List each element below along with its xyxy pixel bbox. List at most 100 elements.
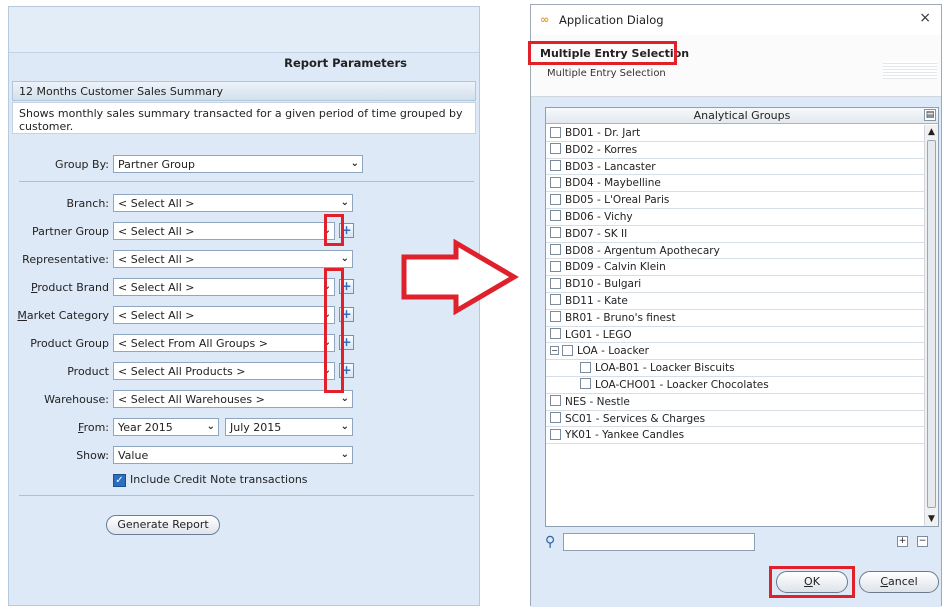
list-item-checkbox[interactable] (580, 378, 591, 390)
report-description: Shows monthly sales summary transacted f… (12, 102, 476, 134)
list-item-checkbox[interactable] (550, 277, 561, 289)
list-item[interactable]: NES - Nestle (546, 394, 926, 411)
column-chooser-icon[interactable]: ▤ (924, 109, 936, 121)
from-row: From: Year 2015 ⌄ July 2015 ⌄ (9, 418, 481, 438)
scrollbar-thumb[interactable] (927, 140, 936, 508)
product-row: Product < Select All Products > ⌄ + (9, 362, 481, 382)
list-item-checkbox[interactable] (550, 328, 561, 340)
list-item-label: BD04 - Maybelline (565, 177, 661, 190)
from-year-select[interactable]: Year 2015 ⌄ (113, 418, 219, 436)
list-item-checkbox[interactable] (550, 311, 561, 323)
list-item[interactable]: LOA-CHO01 - Loacker Chocolates (546, 377, 926, 394)
market-category-select[interactable]: < Select All > ⌄ (113, 306, 335, 324)
chevron-down-icon: ⌄ (350, 158, 359, 169)
collapse-icon[interactable]: − (550, 345, 559, 355)
list-item[interactable]: YK01 - Yankee Candles (546, 427, 926, 445)
collapse-all-icon[interactable]: − (917, 536, 928, 547)
list-item[interactable]: BD05 - L'Oreal Paris (546, 192, 926, 209)
top-band (9, 7, 479, 53)
checkmark-icon: ✓ (113, 473, 126, 487)
list-item-checkbox[interactable] (550, 126, 561, 138)
separator (19, 181, 474, 182)
list-item[interactable]: BR01 - Bruno's finest (546, 310, 926, 327)
group-by-select[interactable]: Partner Group ⌄ (113, 155, 363, 173)
list-item-checkbox[interactable] (580, 361, 591, 373)
list-item-label: SC01 - Services & Charges (565, 412, 706, 425)
from-month-select[interactable]: July 2015 ⌄ (225, 418, 353, 436)
branch-select[interactable]: < Select All > ⌄ (113, 194, 353, 212)
representative-select[interactable]: < Select All > ⌄ (113, 250, 353, 268)
cancel-button[interactable]: Cancel (859, 571, 939, 593)
include-credit-note-checkbox[interactable]: ✓ Include Credit Note transactions (113, 473, 308, 487)
list-item[interactable]: LOA-B01 - Loacker Biscuits (546, 360, 926, 377)
market-category-label: Market Category (17, 309, 109, 322)
close-icon[interactable]: × (919, 10, 931, 26)
list-item-label: BD07 - SK II (565, 227, 628, 240)
branch-value: < Select All > (118, 197, 195, 210)
generate-report-button[interactable]: Generate Report (106, 515, 220, 535)
analytical-groups-list: Analytical Groups ▤ BD01 - Dr. Jart BD02 … (545, 107, 939, 527)
list-item-checkbox[interactable] (550, 395, 561, 407)
list-item-label: BD08 - Argentum Apothecary (565, 244, 720, 257)
product-value: < Select All Products > (118, 365, 246, 378)
product-group-select[interactable]: < Select From All Groups > ⌄ (113, 334, 335, 352)
list-item[interactable]: SC01 - Services & Charges (546, 411, 926, 428)
product-brand-select[interactable]: < Select All > ⌄ (113, 278, 335, 296)
list-item-checkbox[interactable] (550, 260, 561, 272)
list-item-checkbox[interactable] (550, 412, 561, 424)
partner-group-select[interactable]: < Select All > ⌄ (113, 222, 335, 240)
search-row: ⚲ + − (545, 533, 939, 553)
list-item[interactable]: LG01 - LEGO (546, 327, 926, 344)
list-item-label: BD10 - Bulgari (565, 278, 642, 291)
list-item-checkbox[interactable] (550, 143, 561, 155)
list-item-checkbox[interactable] (550, 176, 561, 188)
list-item-label: LOA - Loacker (577, 345, 649, 358)
list-item[interactable]: BD01 - Dr. Jart (546, 125, 926, 142)
show-row: Show: Value ⌄ (9, 446, 481, 466)
list-item[interactable]: BD06 - Vichy (546, 209, 926, 226)
chevron-down-icon: ⌄ (206, 421, 215, 432)
expand-all-icon[interactable]: + (897, 536, 908, 547)
list-item-checkbox[interactable] (550, 193, 561, 205)
chevron-up-icon[interactable]: ▲ (925, 125, 938, 139)
list-item[interactable]: BD10 - Bulgari (546, 276, 926, 293)
from-label: From: (78, 421, 109, 434)
list-item-checkbox[interactable] (550, 160, 561, 172)
column-header-label: Analytical Groups (693, 109, 791, 122)
list-item-checkbox[interactable] (550, 294, 561, 306)
list-item-label: BD06 - Vichy (565, 210, 633, 223)
header-graphic (883, 61, 937, 79)
search-icon[interactable]: ⚲ (545, 534, 555, 550)
list-item[interactable]: BD02 - Korres (546, 142, 926, 159)
product-select[interactable]: < Select All Products > ⌄ (113, 362, 335, 380)
list-item-checkbox[interactable] (562, 344, 573, 356)
group-by-value: Partner Group (118, 158, 195, 171)
warehouse-label: Warehouse: (44, 393, 109, 406)
highlight-box (324, 214, 344, 246)
list-item-checkbox[interactable] (550, 244, 561, 256)
vertical-scrollbar[interactable]: ▲ ▼ (924, 125, 938, 526)
list-item[interactable]: − LOA - Loacker (546, 343, 926, 361)
list-item[interactable]: BD04 - Maybelline (546, 175, 926, 193)
list-item[interactable]: BD07 - SK II (546, 226, 926, 243)
product-group-row: Product Group < Select From All Groups >… (9, 334, 481, 354)
chevron-down-icon: ⌄ (340, 421, 349, 432)
list-item-checkbox[interactable] (550, 210, 561, 222)
list-item[interactable]: BD11 - Kate (546, 293, 926, 310)
list-item-checkbox[interactable] (550, 227, 561, 239)
list-item[interactable]: BD09 - Calvin Klein (546, 259, 926, 277)
separator (19, 495, 474, 496)
product-group-value: < Select From All Groups > (118, 337, 268, 350)
list-item[interactable]: BD08 - Argentum Apothecary (546, 243, 926, 260)
chevron-down-icon[interactable]: ▼ (925, 512, 938, 526)
list-item-checkbox[interactable] (550, 428, 561, 440)
show-select[interactable]: Value ⌄ (113, 446, 353, 464)
partner-group-value: < Select All > (118, 225, 195, 238)
dialog-title: Application Dialog (559, 13, 664, 27)
list-rows: BD01 - Dr. Jart BD02 - Korres BD03 - Lanca… (546, 125, 926, 445)
list-item-label: BD11 - Kate (565, 294, 628, 307)
list-item-label: YK01 - Yankee Candles (565, 429, 685, 442)
warehouse-select[interactable]: < Select All Warehouses > ⌄ (113, 390, 353, 408)
list-item[interactable]: BD03 - Lancaster (546, 159, 926, 176)
search-input[interactable] (563, 533, 755, 551)
